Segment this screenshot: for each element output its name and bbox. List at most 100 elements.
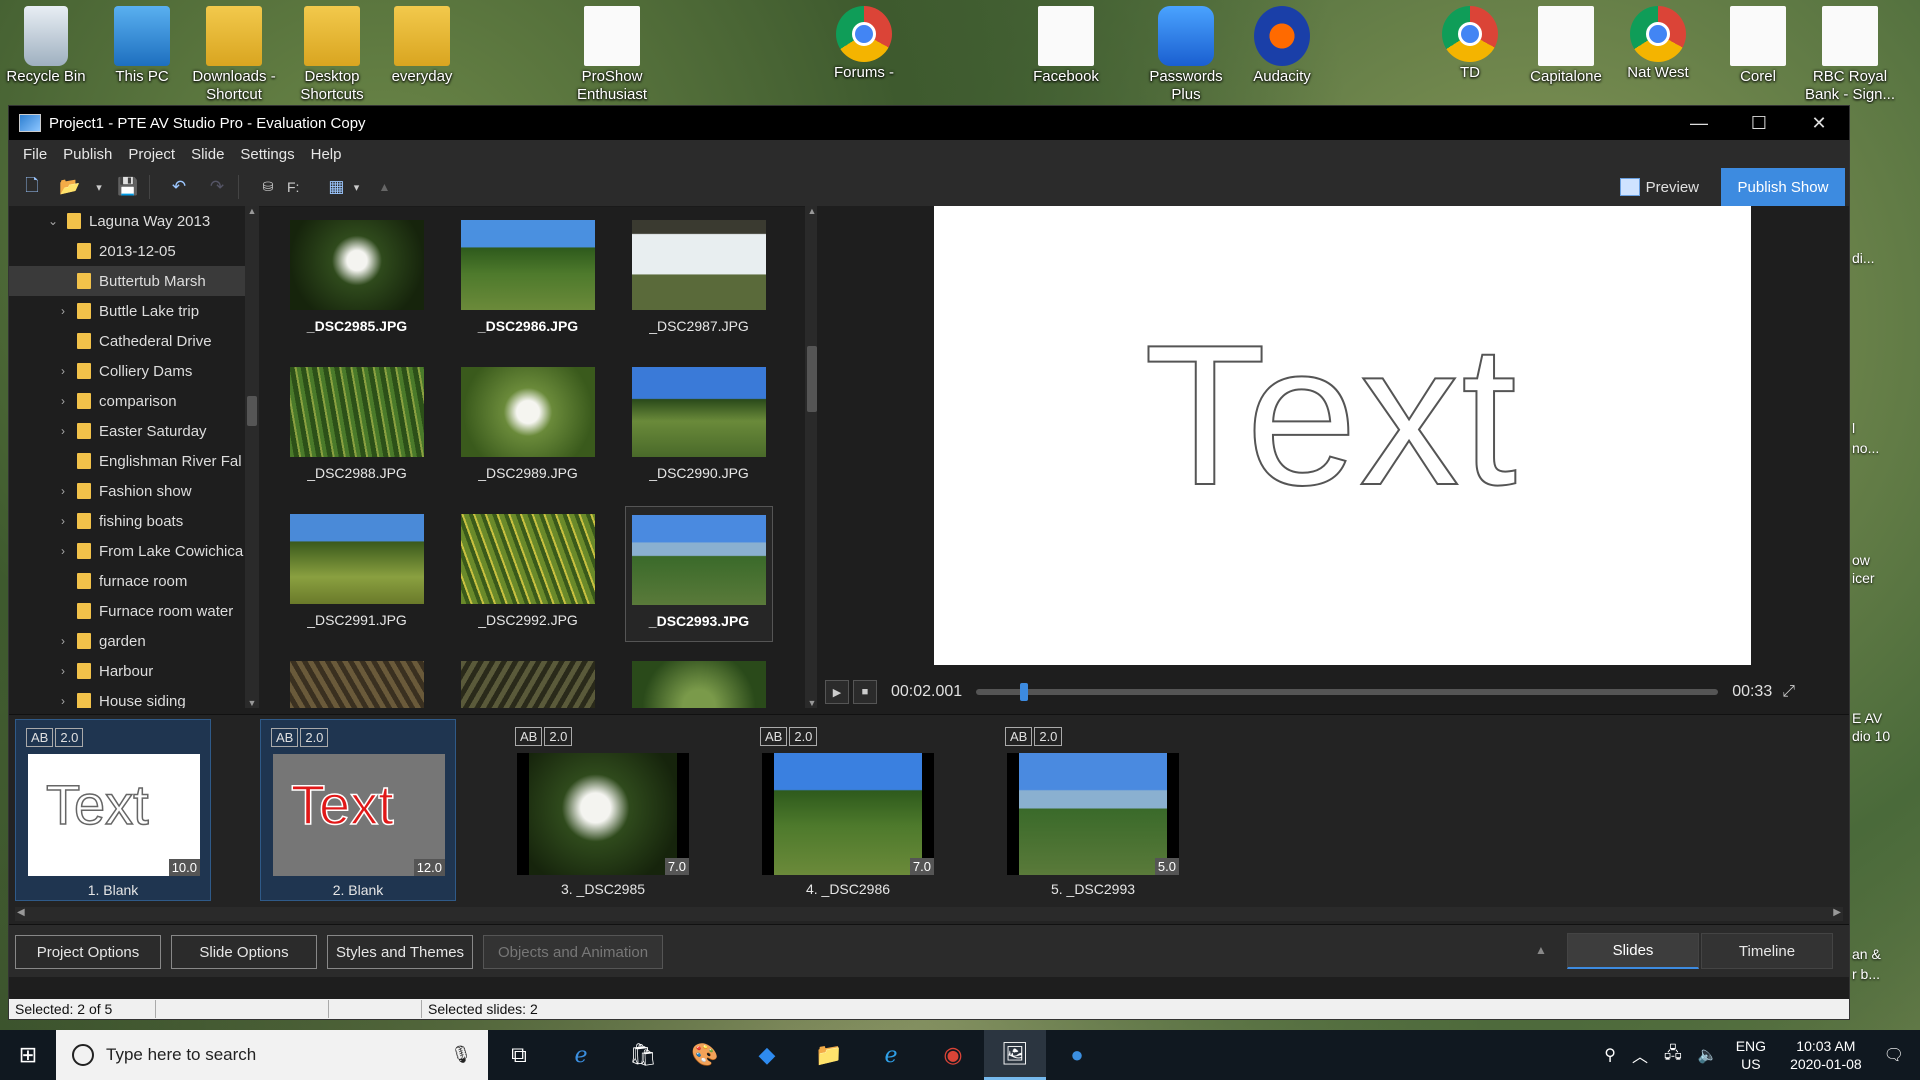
desktop-icon-forums[interactable]: Forums -	[818, 6, 910, 82]
drive-label[interactable]: F:	[287, 179, 299, 195]
tab-slides[interactable]: Slides	[1567, 933, 1699, 969]
slide-item[interactable]: AB 2.0 7.0 3. _DSC2985	[505, 719, 701, 901]
pte-av-studio-icon[interactable]: 🖼	[984, 1030, 1046, 1080]
chevron-icon[interactable]: ›	[55, 544, 71, 558]
file-thumbnail[interactable]: _DSC2986.JPG	[454, 212, 602, 348]
desktop-icon-everyday[interactable]: everyday	[376, 6, 468, 86]
desktop-icon-label-partial[interactable]: l	[1852, 420, 1855, 436]
tree-item[interactable]: Buttertub Marsh	[9, 266, 247, 296]
desktop-icon-passwords-plus[interactable]: Passwords Plus	[1140, 6, 1232, 104]
slide-item[interactable]: AB 2.0 Text 12.0 2. Blank	[260, 719, 456, 901]
tree-item[interactable]: Cathederal Drive	[9, 326, 247, 356]
tree-item[interactable]: ⌄ Laguna Way 2013	[9, 206, 247, 236]
tree-item[interactable]: › comparison	[9, 386, 247, 416]
file-thumbnail[interactable]: _DSC2990.JPG	[625, 359, 773, 495]
preview-canvas[interactable]: Text	[934, 206, 1751, 665]
tree-item[interactable]: › Harbour	[9, 656, 247, 686]
view-mode-icon[interactable]: ▦	[321, 174, 351, 200]
chevron-icon[interactable]: ⌄	[45, 214, 61, 228]
tree-item[interactable]: › From Lake Cowichica	[9, 536, 247, 566]
chevron-icon[interactable]: ›	[55, 634, 71, 648]
slide-ab-badge[interactable]: AB	[515, 727, 543, 746]
desktop-icon-td[interactable]: TD	[1424, 6, 1516, 82]
app-icon-blue[interactable]: ●	[1046, 1030, 1108, 1080]
chevron-icon[interactable]: ›	[55, 394, 71, 408]
slide-duration[interactable]: 7.0	[664, 858, 689, 875]
file-thumbnail[interactable]: _DSC2988.JPG	[283, 359, 431, 495]
desktop-icon-audacity[interactable]: Audacity	[1236, 6, 1328, 86]
preview-text-object[interactable]: Text	[1143, 315, 1519, 517]
slide-duration[interactable]: 5.0	[1154, 858, 1179, 875]
menu-settings[interactable]: Settings	[232, 146, 302, 163]
desktop-icon-label-partial[interactable]: di...	[1852, 250, 1875, 266]
desktop-icon-desktop-shortcuts[interactable]: Desktop Shortcuts	[286, 6, 378, 104]
up-arrow-icon[interactable]: ▲	[369, 174, 399, 200]
slide-transition-duration[interactable]: 2.0	[789, 727, 818, 746]
desktop-icon-corel[interactable]: Corel	[1712, 6, 1804, 86]
slide-duration[interactable]: 12.0	[413, 859, 445, 876]
network-icon[interactable]: 🖧	[1664, 1042, 1682, 1069]
language-indicator[interactable]: ENG US	[1736, 1037, 1766, 1073]
desktop-icon-facebook[interactable]: Facebook	[1020, 6, 1112, 86]
menu-help[interactable]: Help	[303, 146, 350, 163]
file-thumbnail[interactable]	[625, 653, 773, 708]
tree-item[interactable]: 2013-12-05	[9, 236, 247, 266]
tree-item[interactable]: › Buttle Lake trip	[9, 296, 247, 326]
slide-ab-badge[interactable]: AB	[26, 728, 54, 747]
slide-duration[interactable]: 7.0	[909, 858, 934, 875]
desktop-icon-proshow[interactable]: ProShow Enthusiast	[566, 6, 658, 104]
file-thumbnail[interactable]: _DSC2987.JPG	[625, 212, 773, 348]
scroll-up-arrow-icon[interactable]: ▲	[245, 206, 259, 216]
desktop-icon-nat-west[interactable]: Nat West	[1612, 6, 1704, 82]
scroll-thumb[interactable]	[247, 396, 257, 426]
desktop-icon-rbc[interactable]: RBC Royal Bank - Sign...	[1804, 6, 1896, 104]
folder-tree-scrollbar[interactable]: ▲ ▼	[245, 206, 259, 708]
title-bar[interactable]: Project1 - PTE AV Studio Pro - Evaluatio…	[9, 106, 1849, 140]
desktop-icon-label-partial[interactable]: E AV	[1852, 710, 1882, 726]
microphone-icon[interactable]: 🎙	[450, 1045, 472, 1065]
tree-item[interactable]: › garden	[9, 626, 247, 656]
task-view-icon[interactable]: ⧉	[488, 1030, 550, 1080]
drive-icon[interactable]: ⛁	[253, 174, 283, 200]
slide-transition-duration[interactable]: 2.0	[544, 727, 573, 746]
notifications-icon[interactable]: 🗨	[1884, 1045, 1904, 1065]
file-thumbnail[interactable]: _DSC2985.JPG	[283, 212, 431, 348]
menu-publish[interactable]: Publish	[55, 146, 120, 163]
slide-item[interactable]: AB 2.0 5.0 5. _DSC2993	[995, 719, 1191, 901]
undo-icon[interactable]: ↶	[164, 174, 194, 200]
chevron-icon[interactable]: ›	[55, 484, 71, 498]
slide-transition-duration[interactable]: 2.0	[1034, 727, 1063, 746]
tree-item[interactable]: Englishman River Fal	[9, 446, 247, 476]
file-thumbnail[interactable]: _DSC2993.JPG	[625, 506, 773, 642]
paint-icon[interactable]: 🎨	[674, 1030, 736, 1080]
file-thumbnail[interactable]: _DSC2991.JPG	[283, 506, 431, 642]
internet-explorer-icon[interactable]: ℯ	[860, 1030, 922, 1080]
scroll-thumb[interactable]	[807, 346, 817, 412]
slide-transition-duration[interactable]: 2.0	[55, 728, 84, 747]
slide-list-scrollbar[interactable]: ◀ ▶	[15, 907, 1843, 921]
open-dropdown-icon[interactable]: ▾	[93, 174, 105, 200]
project-options-button[interactable]: Project Options	[15, 935, 161, 969]
scroll-right-arrow-icon[interactable]: ▶	[1833, 907, 1841, 918]
play-icon[interactable]: ▶	[825, 680, 849, 704]
desktop-icon-downloads-shortcut[interactable]: Downloads - Shortcut	[188, 6, 280, 104]
desktop-icon-recycle-bin[interactable]: Recycle Bin	[0, 6, 92, 86]
people-icon[interactable]: ⚲	[1604, 1045, 1616, 1065]
volume-icon[interactable]: 🔈	[1698, 1045, 1718, 1065]
view-dropdown-icon[interactable]: ▾	[351, 174, 361, 200]
styles-themes-button[interactable]: Styles and Themes	[327, 935, 473, 969]
slide-duration[interactable]: 10.0	[168, 859, 200, 876]
chevron-icon[interactable]: ›	[55, 514, 71, 528]
tree-item[interactable]: › Colliery Dams	[9, 356, 247, 386]
redo-icon[interactable]: ↷	[202, 174, 232, 200]
scroll-down-arrow-icon[interactable]: ▼	[245, 698, 259, 708]
file-explorer-icon[interactable]: 📁	[798, 1030, 860, 1080]
tree-item[interactable]: › Fashion show	[9, 476, 247, 506]
open-folder-icon[interactable]: 📂	[55, 174, 85, 200]
save-icon[interactable]: 💾	[113, 174, 143, 200]
collapse-arrow-icon[interactable]: ▲	[1535, 943, 1547, 957]
chevron-icon[interactable]: ›	[55, 364, 71, 378]
store-icon[interactable]: 🛍	[612, 1030, 674, 1080]
slide-ab-badge[interactable]: AB	[1005, 727, 1033, 746]
preview-button[interactable]: Preview	[1619, 174, 1699, 200]
